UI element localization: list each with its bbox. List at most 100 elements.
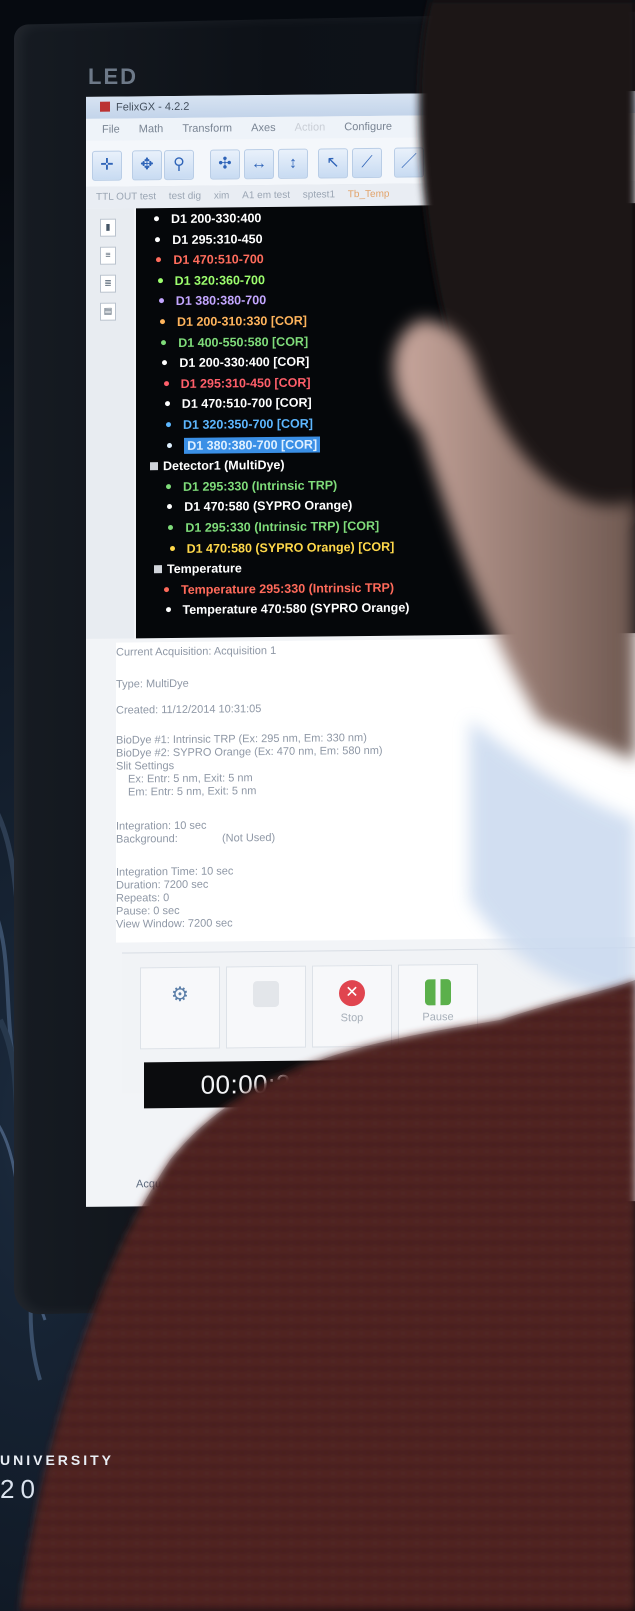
sidebar-button-3[interactable]: ≣: [100, 274, 116, 293]
tree-item-channel[interactable]: D1 470:510-700: [156, 252, 264, 268]
line-tool-icon[interactable]: ⟋: [352, 147, 382, 179]
tree-item-channel[interactable]: D1 295:310-450 [COR]: [163, 375, 311, 391]
ex-slits-text: Ex: Entr: 5 nm, Exit: 5 nm: [128, 772, 253, 786]
cursor-tool-icon[interactable]: ↖: [318, 148, 348, 179]
series-bullet-icon: [157, 277, 163, 283]
tree-group-temperature[interactable]: Temperature: [154, 561, 242, 576]
pause-text: Pause: 0 sec: [116, 904, 180, 918]
tab-ttl-out-test[interactable]: TTL OUT test: [96, 191, 156, 203]
tree-item-temperature[interactable]: Temperature 470:580 (SYPRO Orange): [165, 600, 410, 618]
vertical-stretch-icon[interactable]: ↕: [278, 148, 308, 179]
tree-item-label: D1 295:330 (Intrinsic TRP) [COR]: [185, 518, 380, 535]
tree-item-channel[interactable]: D1 380:380-700: [158, 293, 266, 308]
tree-item-detector[interactable]: D1 295:330 (Intrinsic TRP): [166, 478, 337, 494]
zoom-tool-icon[interactable]: ⚲: [164, 149, 194, 181]
select-tool-icon[interactable]: ✛: [92, 150, 122, 181]
tree-item-detector[interactable]: D1 470:580 (SYPRO Orange) [COR]: [169, 539, 394, 555]
tree-item-label: Temperature: [167, 561, 242, 577]
tree-item-channel[interactable]: D1 470:510-700 [COR]: [164, 395, 312, 412]
series-bullet-icon: [155, 236, 161, 242]
gears-icon: ⚙: [171, 983, 189, 1007]
tree-item-channel[interactable]: D1 400-550:580 [COR]: [161, 334, 308, 350]
start-button[interactable]: [226, 965, 306, 1049]
stop-label: Stop: [340, 1012, 364, 1025]
settings-button[interactable]: ⚙: [140, 966, 220, 1050]
tree-item-label: D1 295:310-450: [172, 231, 263, 247]
integration-time-text: Integration Time: 10 sec: [116, 865, 234, 879]
tree-item-channel[interactable]: D1 320:350-700 [COR]: [166, 417, 313, 433]
tree-item-label: D1 470:510-700: [173, 252, 264, 268]
current-acquisition-text: Current Acquisition: Acquisition 1: [116, 644, 277, 659]
slit-settings-label: Slit Settings: [116, 760, 175, 773]
series-bullet-icon: [169, 545, 175, 551]
menu-action[interactable]: Action: [295, 121, 326, 133]
acquisition-footer-tab[interactable]: Acqu: [136, 1178, 161, 1190]
sidebar-button-1[interactable]: ▮: [100, 218, 116, 237]
tab-sptest1[interactable]: sptest1: [303, 189, 335, 200]
series-bullet-icon: [154, 216, 159, 222]
tree-item-temperature[interactable]: Temperature 295:330 (Intrinsic TRP): [164, 581, 394, 597]
tree-item-channel[interactable]: D1 320:360-700: [157, 272, 265, 288]
university-wordmark: UNIVERSITY: [0, 1452, 115, 1468]
tree-item-label: Temperature 470:580 (SYPRO Orange): [182, 600, 410, 618]
menu-transform[interactable]: Transform: [182, 122, 232, 135]
series-bullet-icon: [165, 607, 171, 613]
tree-item-channel[interactable]: D1 200-310:330 [COR]: [160, 314, 307, 330]
pause-label: Pause: [422, 1011, 454, 1024]
tree-item-label: D1 400-550:580 [COR]: [178, 334, 309, 350]
tree-item-channel[interactable]: D1 200-330:400: [154, 211, 261, 226]
sidebar-button-2[interactable]: ≡: [100, 246, 116, 265]
series-bullet-icon: [164, 401, 170, 407]
group-expand-icon[interactable]: [150, 462, 158, 471]
data-tree-panel: D1 200-330:400 D1 295:310-450 D1 470:510-7…: [136, 203, 635, 639]
move-tool-icon[interactable]: ✣: [210, 149, 240, 180]
menu-file[interactable]: File: [102, 124, 120, 136]
acquisition-created-text: Created: 11/12/2014 10:31:05: [116, 703, 262, 717]
biodye2-text: BioDye #2: SYPRO Orange (Ex: 470 nm, Em:…: [116, 744, 383, 760]
menu-math[interactable]: Math: [139, 123, 163, 135]
background-label: Background:: [116, 832, 178, 846]
tree-item-label: D1 200-330:400: [171, 211, 262, 227]
sidebar-button-4[interactable]: ▤: [100, 302, 116, 321]
tab-a1-em-test[interactable]: A1 em test: [242, 190, 290, 202]
background-value: (Not Used): [222, 831, 276, 845]
tree-item-label: D1 470:510-700 [COR]: [181, 395, 312, 412]
series-bullet-icon: [158, 298, 164, 304]
app-icon: [100, 101, 110, 112]
series-bullet-icon: [168, 525, 174, 531]
monitor-brand-logo: LED: [88, 64, 138, 89]
tree-item-detector[interactable]: D1 470:580 (SYPRO Orange): [167, 499, 352, 515]
stop-button[interactable]: ✕ Stop: [312, 964, 392, 1048]
tree-item-channel[interactable]: D1 295:310-450: [155, 231, 263, 247]
series-bullet-icon: [166, 422, 171, 428]
integration-text: Integration: 10 sec: [116, 819, 207, 833]
tree-item-label: D1 200-330:400 [COR]: [179, 354, 310, 371]
tree-item-label: D1 470:580 (SYPRO Orange): [184, 498, 353, 515]
acquisition-info-panel: Current Acquisition: Acquisition 1 Type:…: [116, 637, 635, 943]
tree-item-channel[interactable]: D1 380:380-700 [COR]: [167, 436, 321, 454]
pause-icon: [425, 979, 451, 1006]
pause-button[interactable]: Pause: [398, 963, 478, 1047]
horizontal-stretch-icon[interactable]: ↔: [244, 148, 274, 180]
series-bullet-icon: [161, 339, 167, 345]
tree-item-label: D1 200-310:330 [COR]: [177, 313, 307, 329]
series-bullet-icon: [162, 360, 168, 366]
tree-item-label: D1 320:360-700: [174, 272, 265, 288]
tree-item-label: Detector1 (MultiDye): [163, 458, 285, 474]
pan-tool-icon[interactable]: ✥: [132, 150, 162, 181]
tab-xim[interactable]: xim: [214, 190, 230, 201]
tree-item-detector[interactable]: D1 295:330 (Intrinsic TRP) [COR]: [168, 519, 379, 535]
tree-item-channel[interactable]: D1 200-330:400 [COR]: [162, 355, 309, 371]
draw-tool-icon[interactable]: ／: [394, 147, 424, 178]
menu-configure[interactable]: Configure: [344, 121, 392, 133]
menu-axes[interactable]: Axes: [251, 122, 275, 134]
series-bullet-icon: [164, 586, 169, 592]
window-title: FelixGX - 4.2.2: [116, 100, 190, 114]
stop-icon: ✕: [339, 980, 365, 1007]
tab-tb-temp[interactable]: Tb_Temp: [348, 189, 390, 200]
series-bullet-icon: [167, 504, 173, 510]
tab-test-dig[interactable]: test dig: [169, 191, 201, 202]
tree-group-detector[interactable]: Detector1 (MultiDye): [150, 458, 285, 473]
group-expand-icon[interactable]: [154, 565, 162, 574]
em-slits-text: Em: Entr: 5 nm, Exit: 5 nm: [128, 785, 257, 799]
